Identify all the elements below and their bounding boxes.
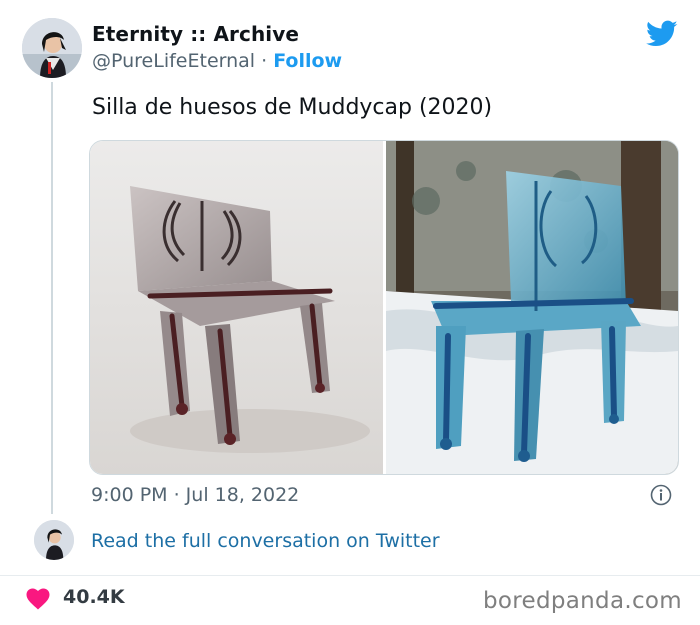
thread-connector-line	[51, 82, 53, 514]
avatar-image	[22, 18, 82, 78]
media-image-forest-chair[interactable]	[386, 141, 678, 474]
read-full-conversation-link[interactable]: Read the full conversation on Twitter	[91, 530, 440, 552]
author-name[interactable]: Eternity :: Archive	[92, 22, 299, 46]
media-image-studio-chair[interactable]	[90, 141, 383, 474]
author-avatar[interactable]	[22, 18, 82, 78]
tweet-media[interactable]	[89, 140, 679, 475]
handle-row: @PureLifeEternal · Follow	[92, 50, 342, 72]
boredpanda-watermark: boredpanda.com	[483, 588, 682, 614]
like-count[interactable]: 40.4K	[63, 586, 125, 608]
forest-chair-image	[386, 141, 678, 474]
reply-avatar[interactable]	[34, 520, 74, 560]
tweet-text: Silla de huesos de Muddycap (2020)	[92, 95, 493, 120]
handle-separator: ·	[255, 50, 274, 72]
studio-chair-image	[90, 141, 383, 474]
twitter-bird-icon[interactable]	[646, 20, 678, 48]
author-handle[interactable]: @PureLifeEternal	[92, 50, 255, 72]
follow-button[interactable]: Follow	[273, 50, 342, 72]
footer-divider	[0, 575, 700, 576]
heart-icon[interactable]	[26, 588, 50, 610]
tweet-timestamp[interactable]: 9:00 PM · Jul 18, 2022	[91, 484, 299, 506]
info-icon[interactable]	[650, 484, 672, 506]
avatar-image-small	[34, 520, 74, 560]
